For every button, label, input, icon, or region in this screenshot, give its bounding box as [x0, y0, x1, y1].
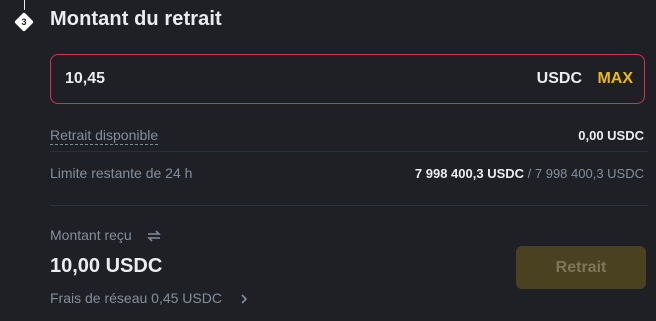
withdraw-button[interactable]: Retrait: [516, 246, 646, 289]
step-number: 3: [21, 17, 27, 27]
max-button[interactable]: MAX: [597, 55, 633, 103]
network-fee-link[interactable]: Frais de réseau 0,45 USDC: [50, 290, 222, 306]
available-withdrawal-label[interactable]: Retrait disponible: [50, 127, 159, 145]
amount-unit-label: USDC: [536, 70, 582, 87]
withdraw-amount-section: 3 Montant du retrait USDC MAX Retrait di…: [0, 0, 656, 321]
divider: [50, 151, 648, 152]
amount-input[interactable]: [65, 55, 365, 103]
received-amount-label: Montant reçu: [50, 227, 132, 243]
daily-limit-separator: /: [524, 166, 535, 181]
received-amount-value: 10,00 USDC: [50, 255, 163, 277]
divider: [50, 205, 648, 206]
chevron-right-icon[interactable]: [239, 293, 249, 305]
daily-limit-total: 7 998 400,3 USDC: [534, 166, 644, 181]
step-connector-line: [24, 0, 25, 10]
step-badge: 3: [14, 12, 34, 32]
daily-limit-value: 7 998 400,3 USDC / 7 998 400,3 USDC: [415, 166, 644, 181]
daily-limit-remaining: 7 998 400,3 USDC: [414, 166, 525, 181]
available-withdrawal-value: 0,00 USDC: [578, 128, 644, 143]
amount-field[interactable]: USDC MAX: [50, 54, 645, 104]
section-title: Montant du retrait: [50, 8, 222, 30]
daily-limit-label: Limite restante de 24 h: [50, 165, 193, 181]
swap-arrows-icon[interactable]: [147, 229, 161, 243]
